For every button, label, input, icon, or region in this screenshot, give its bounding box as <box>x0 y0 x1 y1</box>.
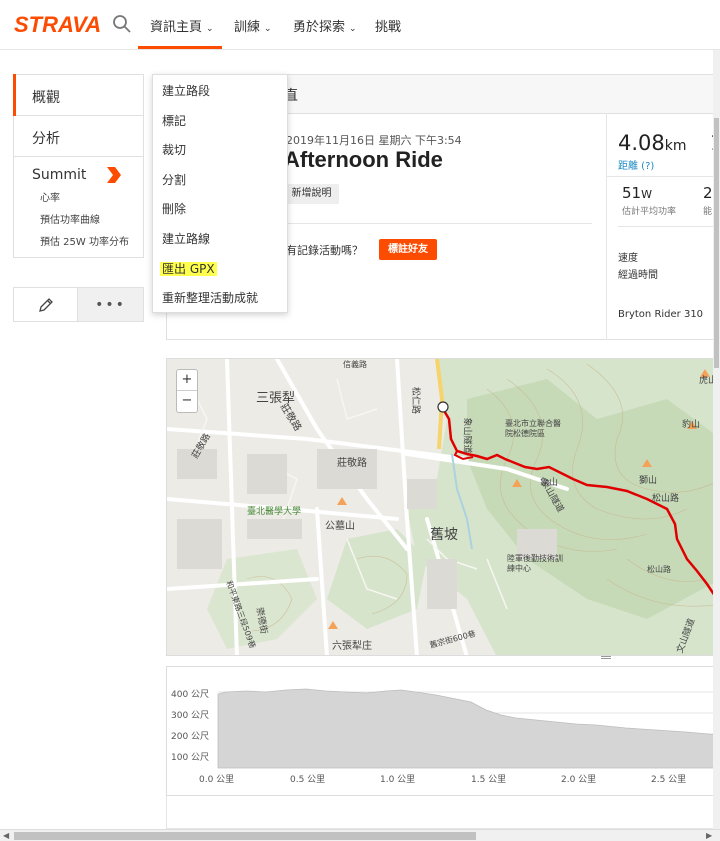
menu-crop[interactable]: 裁切 <box>162 141 186 158</box>
distance-value: 4.08 <box>618 131 665 155</box>
nav-dashboard-label: 資訊主頁 <box>150 20 203 35</box>
energy-label-partial: 能 <box>703 207 713 217</box>
route-map[interactable]: 三張犁 莊敬路 莊敬路 臺北醫學大學 公墓山 舊坡 臺北市立聯合醫院松德院區 象… <box>166 358 720 656</box>
activity-tools: ••• <box>13 287 144 322</box>
power-label: 估計平均功率 <box>622 207 677 217</box>
strava-logo[interactable]: STRAVA <box>14 12 101 38</box>
sidenav-analysis[interactable]: 分析 <box>14 116 143 157</box>
scroll-right-icon[interactable]: ▶ <box>706 831 712 840</box>
elevation-x-label: 0.5 公里 <box>290 775 326 785</box>
record-prompt: 有記錄活動嗎？ <box>286 244 363 257</box>
map-label-xinyi: 信義路 <box>343 360 367 369</box>
distance-label[interactable]: 距離 (?) <box>618 157 654 172</box>
menu-delete[interactable]: 刪除 <box>162 200 186 217</box>
sidenav-heart-rate[interactable]: 心率 <box>40 193 143 205</box>
scroll-left-icon[interactable]: ◀ <box>3 831 9 840</box>
divider <box>606 113 607 340</box>
map-label-gongmushan: 公墓山 <box>325 521 355 532</box>
divider <box>618 226 718 227</box>
top-navigation-bar: STRAVA 資訊主頁 ⌄ 訓練 ⌄ 勇於探索 ⌄ 挑戰 <box>0 0 720 50</box>
map-resize-handle[interactable] <box>601 656 611 659</box>
elevation-chart[interactable] <box>166 680 720 775</box>
device-name: Bryton Rider 310 <box>618 309 704 320</box>
elevation-x-label: 2.0 公里 <box>561 775 597 785</box>
activity-title: Afternoon Ride <box>284 147 443 172</box>
tag-friends-button[interactable]: 標註好友 <box>379 239 437 260</box>
menu-export-gpx-label: 匯出 GPX <box>160 262 217 276</box>
elapsed-time-label: 經過時間 <box>618 270 658 281</box>
nav-explore[interactable]: 勇於探索 ⌄ <box>293 16 357 35</box>
speed-label: 速度 <box>618 253 638 264</box>
zoom-out-button[interactable]: − <box>177 391 197 412</box>
map-label-baoshan: 豹山 <box>682 420 701 430</box>
summit-chevron-icon <box>107 167 121 183</box>
menu-flag[interactable]: 標記 <box>162 112 186 129</box>
map-label-shishan: 獅山 <box>639 476 658 486</box>
elevation-x-label: 2.5 公里 <box>651 775 687 785</box>
edit-button[interactable] <box>14 288 78 321</box>
summit-section: Summit 心率 預估功率曲線 預估 25W 功率分布 <box>14 157 143 257</box>
nav-explore-label: 勇於探索 <box>293 20 346 35</box>
menu-create-route[interactable]: 建立路線 <box>162 230 210 247</box>
chevron-down-icon: ⌄ <box>349 24 357 34</box>
divider <box>606 176 720 177</box>
nav-training-label: 訓練 <box>234 20 261 35</box>
horizontal-scroll-thumb[interactable] <box>14 832 476 840</box>
elevation-y-label: 200 公尺 <box>171 732 210 742</box>
summit-title: Summit <box>32 167 87 183</box>
sidenav-power-curve[interactable]: 預估功率曲線 <box>40 215 143 227</box>
energy-stat-partial: 2 <box>703 184 713 202</box>
chevron-down-icon: ⌄ <box>264 24 272 34</box>
horizontal-scrollbar[interactable]: ◀ ▶ <box>0 829 720 841</box>
vertical-scrollbar[interactable] <box>713 50 720 829</box>
nav-challenges[interactable]: 挑戰 <box>375 16 401 35</box>
divider <box>284 223 592 224</box>
sidenav-overview[interactable]: 概觀 <box>13 74 143 116</box>
sidenav-power-distribution[interactable]: 預估 25W 功率分布 <box>40 237 143 249</box>
vertical-scroll-thumb[interactable] <box>714 118 719 368</box>
map-label-army-center: 陸軍後勤技術訓練中心 <box>507 554 563 573</box>
map-label-songshan-road-2: 松山路 <box>647 565 671 574</box>
elevation-x-label: 1.5 公里 <box>471 775 507 785</box>
menu-refresh-achievements[interactable]: 重新整理活動成就 <box>162 289 258 306</box>
map-label-songshan-road: 松山路 <box>652 494 680 504</box>
map-zoom-control: + − <box>176 369 198 413</box>
search-icon[interactable] <box>112 14 132 34</box>
add-description-button[interactable]: 新增說明 <box>284 184 339 204</box>
map-label-songren-road: 松仁路 <box>410 386 421 415</box>
power-stat: 51W <box>622 184 652 202</box>
pencil-icon <box>38 297 53 312</box>
more-actions-menu: 建立路段 標記 裁切 分割 刪除 建立路線 匯出 GPX 重新整理活動成就 <box>152 74 288 313</box>
map-label-hospital: 臺北市立聯合醫院松德院區 <box>505 419 561 438</box>
chevron-down-icon: ⌄ <box>206 24 214 34</box>
power-unit: W <box>641 188 652 201</box>
elevation-y-label: 100 公尺 <box>171 753 210 763</box>
menu-export-gpx[interactable]: 匯出 GPX <box>160 260 217 277</box>
map-label-tmu: 臺北醫學大學 <box>247 507 302 517</box>
menu-create-segment[interactable]: 建立路段 <box>162 82 210 99</box>
elevation-y-label: 400 公尺 <box>171 690 210 700</box>
map-label-jiupo: 舊坡 <box>430 527 458 543</box>
zoom-in-button[interactable]: + <box>177 370 197 391</box>
distance-unit: km <box>664 138 687 154</box>
map-label-liuzhangli: 六張犁庄 <box>332 641 372 652</box>
elevation-x-label: 1.0 公里 <box>380 775 416 785</box>
more-actions-button[interactable]: ••• <box>78 288 143 321</box>
distance-stat: 4.08km <box>618 131 687 155</box>
nav-active-indicator <box>138 46 222 49</box>
nav-training[interactable]: 訓練 ⌄ <box>234 16 272 35</box>
elevation-x-label: 0.0 公里 <box>199 775 235 785</box>
menu-split[interactable]: 分割 <box>162 171 186 188</box>
map-label-tunnel-2: 象山隧道 <box>461 417 472 454</box>
activity-side-nav: 概觀 分析 Summit 心率 預估功率曲線 預估 25W 功率分布 <box>13 74 144 258</box>
lower-card <box>166 796 720 829</box>
activity-date: 2019年11月16日 星期六 下午3:54 <box>286 134 462 147</box>
power-value: 51 <box>622 184 642 202</box>
elevation-y-label: 300 公尺 <box>171 711 210 721</box>
nav-dashboard[interactable]: 資訊主頁 ⌄ <box>150 16 214 35</box>
map-label-road: 莊敬路 <box>337 458 367 469</box>
